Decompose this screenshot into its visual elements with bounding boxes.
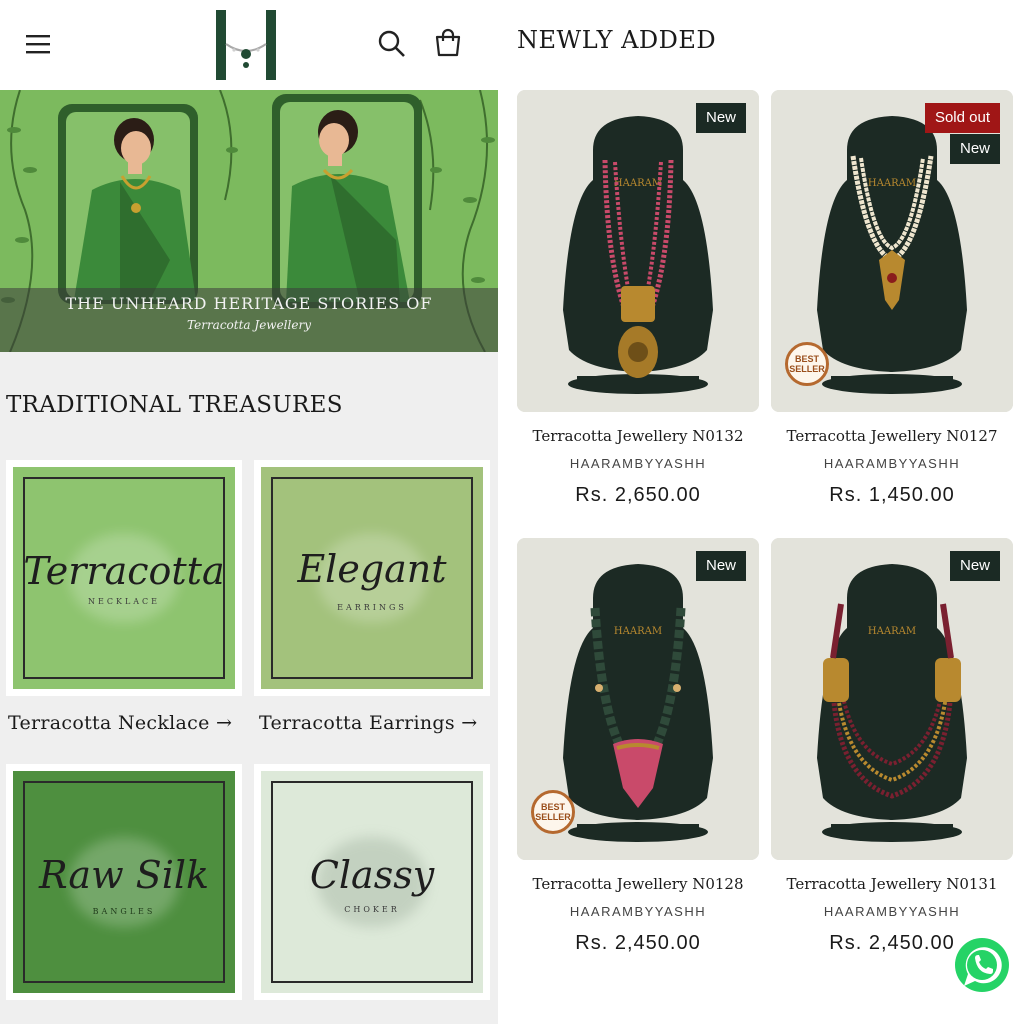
product-price: Rs. 2,650.00 (575, 484, 701, 506)
best-seller-badge: BEST SELLER (531, 790, 575, 834)
category-script-text: Terracotta (23, 549, 225, 593)
newly-added-title: NEWLY ADDED (517, 26, 717, 54)
necklace-bust-illustration: HAARAM (517, 90, 759, 412)
category-image: Terracotta NECKLACE (13, 467, 235, 689)
category-image: Classy CHOKER (261, 771, 483, 993)
category-sub-text: EARRINGS (337, 603, 407, 612)
product-name[interactable]: Terracotta Jewellery N0131 (771, 875, 1013, 893)
product-price: Rs. 2,450.00 (575, 932, 701, 954)
category-card-terracotta-earrings[interactable]: Elegant EARRINGS (254, 460, 490, 696)
brand-logo[interactable] (208, 6, 288, 84)
new-badge: New (949, 134, 1000, 164)
new-badge: New (949, 551, 1000, 581)
sold-out-badge: Sold out (924, 103, 1000, 133)
best-seller-line1: BEST (540, 802, 565, 812)
product-card[interactable]: HAARAM Sold out New BEST SELLER Terracot… (771, 90, 1013, 520)
left-panel: THE UNHEARD HERITAGE STORIES OF Terracot… (0, 0, 498, 1024)
bust-brand-text: HAARAM (868, 626, 916, 637)
product-card[interactable]: HAARAM New Terracotta Jewellery N0132 HA… (517, 90, 759, 520)
traditional-treasures-title: TRADITIONAL TREASURES (6, 392, 343, 418)
product-card[interactable]: HAARAM New Terracotta Jewellery N0131 HA… (771, 538, 1013, 968)
best-seller-line1: BEST (794, 354, 819, 364)
bust-brand-text: HAARAM (614, 178, 662, 189)
product-name[interactable]: Terracotta Jewellery N0127 (771, 427, 1013, 445)
category-card-raw-silk-bangles[interactable]: Raw Silk BANGLES (6, 764, 242, 1000)
hamburger-menu-icon[interactable] (24, 30, 52, 58)
bust-brand-text: HAARAM (868, 178, 916, 189)
product-vendor: HAARAMBYYASHH (569, 904, 707, 919)
category-script-text: Raw Silk (38, 853, 210, 897)
category-sub-text: NECKLACE (88, 597, 160, 606)
best-seller-line2: SELLER (789, 364, 825, 374)
product-vendor: HAARAMBYYASHH (569, 456, 707, 471)
product-image[interactable]: HAARAM New (771, 538, 1013, 860)
banner-caption: THE UNHEARD HERITAGE STORIES OF Terracot… (0, 288, 498, 352)
whatsapp-icon[interactable] (950, 934, 1014, 998)
product-price: Rs. 1,450.00 (829, 484, 955, 506)
best-seller-line2: SELLER (535, 812, 571, 822)
product-name[interactable]: Terracotta Jewellery N0128 (517, 875, 759, 893)
product-image[interactable]: HAARAM New (517, 90, 759, 412)
search-icon[interactable] (376, 28, 408, 60)
banner-subtitle: Terracotta Jewellery (187, 318, 311, 332)
category-script-text: Classy (309, 853, 435, 897)
category-link-terracotta-necklace[interactable]: Terracotta Necklace → (8, 712, 232, 734)
new-badge: New (695, 551, 746, 581)
category-sub-text: CHOKER (344, 905, 400, 914)
category-image: Elegant EARRINGS (261, 467, 483, 689)
category-sub-text: BANGLES (92, 907, 156, 916)
new-badge: New (695, 103, 746, 133)
product-vendor: HAARAMBYYASHH (823, 456, 961, 471)
category-card-classy-choker[interactable]: Classy CHOKER (254, 764, 490, 1000)
category-card-terracotta-necklace[interactable]: Terracotta NECKLACE (6, 460, 242, 696)
category-image: Raw Silk BANGLES (13, 771, 235, 993)
product-card[interactable]: HAARAM New BEST SELLER Terracotta Jewell… (517, 538, 759, 968)
cart-icon[interactable] (432, 27, 464, 59)
bust-brand-text: HAARAM (614, 626, 662, 637)
product-image[interactable]: HAARAM Sold out New BEST SELLER (771, 90, 1013, 412)
site-header (0, 0, 498, 90)
category-script-text: Elegant (297, 547, 447, 591)
product-vendor: HAARAMBYYASHH (823, 904, 961, 919)
necklace-bust-illustration: HAARAM (771, 538, 1013, 860)
product-image[interactable]: HAARAM New BEST SELLER (517, 538, 759, 860)
hero-banner[interactable]: THE UNHEARD HERITAGE STORIES OF Terracot… (0, 90, 498, 352)
best-seller-badge: BEST SELLER (785, 342, 829, 386)
banner-headline: THE UNHEARD HERITAGE STORIES OF (65, 294, 433, 313)
product-name[interactable]: Terracotta Jewellery N0132 (517, 427, 759, 445)
category-link-terracotta-earrings[interactable]: Terracotta Earrings → (259, 712, 478, 734)
